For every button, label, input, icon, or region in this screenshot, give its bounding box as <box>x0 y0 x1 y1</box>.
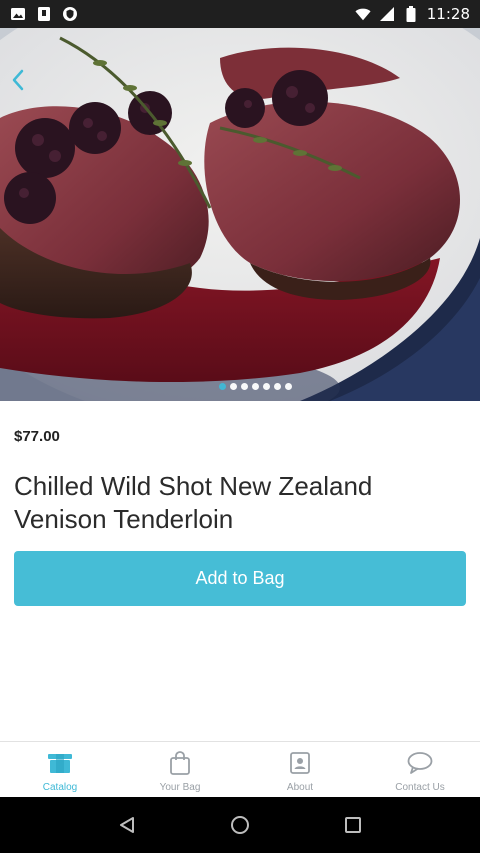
chevron-left-icon <box>12 69 24 91</box>
status-time: 11:28 <box>426 5 470 23</box>
wifi-icon <box>355 6 371 22</box>
pager-dot[interactable] <box>229 383 237 390</box>
tab-catalog[interactable]: Catalog <box>0 742 120 797</box>
tab-label: About <box>286 782 314 793</box>
product-title: Chilled Wild Shot New Zealand Venison Te… <box>14 471 373 534</box>
tab-about[interactable]: About <box>240 742 360 797</box>
pager-dot[interactable] <box>262 383 270 390</box>
battery-icon <box>403 6 419 22</box>
tab-label: Contact Us <box>395 782 445 793</box>
signal-icon <box>379 6 395 22</box>
pager-dot[interactable] <box>251 383 259 390</box>
about-icon <box>287 751 313 775</box>
pager-dot[interactable] <box>240 383 248 390</box>
bag-icon <box>167 751 193 775</box>
pager-dot[interactable] <box>218 383 226 390</box>
shield-icon <box>62 6 78 22</box>
image-icon <box>10 6 26 22</box>
add-to-bag-button[interactable]: Add to Bag <box>14 551 466 606</box>
home-nav-button[interactable] <box>226 811 254 839</box>
pager-dot[interactable] <box>273 383 281 390</box>
back-nav-icon <box>119 817 134 833</box>
pager-dot[interactable] <box>284 383 292 390</box>
tab-contact-us[interactable]: Contact Us <box>360 742 480 797</box>
product-image[interactable] <box>0 28 480 401</box>
home-nav-icon <box>230 816 249 834</box>
status-right-icons: 11:28 <box>355 5 470 23</box>
tab-label: Catalog <box>42 782 78 793</box>
bottom-tab-bar: Catalog Your Bag About Contact Us <box>0 741 480 797</box>
recents-nav-icon <box>345 817 362 833</box>
chat-icon <box>407 751 433 775</box>
tab-label: Your Bag <box>159 782 201 793</box>
food-photo <box>0 28 480 401</box>
recents-nav-button[interactable] <box>339 811 367 839</box>
system-nav-bar <box>0 797 480 853</box>
status-bar: 11:28 <box>0 0 480 28</box>
image-pager[interactable] <box>30 383 480 390</box>
sim-icon <box>36 6 52 22</box>
catalog-icon <box>47 751 73 775</box>
tab-your-bag[interactable]: Your Bag <box>120 742 240 797</box>
back-nav-button[interactable] <box>113 811 141 839</box>
back-button[interactable] <box>4 66 32 94</box>
product-price: $77.00 <box>14 428 60 445</box>
status-left-icons <box>10 6 78 22</box>
